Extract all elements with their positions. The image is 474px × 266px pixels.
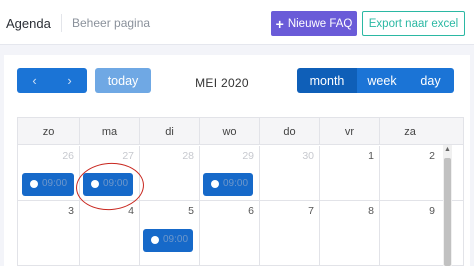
scroll-up-arrow-icon[interactable]: ▲ — [443, 145, 452, 155]
event-time: 09:00 — [223, 178, 249, 189]
day-cell[interactable]: 30 — [260, 146, 320, 200]
day-view-button[interactable]: day — [407, 68, 454, 93]
weekday-label: wo — [200, 118, 260, 145]
day-number: 5 — [188, 205, 194, 217]
prev-button[interactable]: ‹ — [17, 68, 52, 93]
calendar-title: MEI 2020 — [195, 76, 249, 90]
weekday-header: zo ma di wo do vr za — [18, 118, 463, 145]
day-cell[interactable]: 6 — [200, 201, 260, 266]
day-number: 1 — [368, 150, 374, 162]
day-number: 4 — [128, 205, 134, 217]
weekday-label: ma — [80, 118, 140, 145]
week-row: 3 4 5 6 7 8 9 — [18, 201, 463, 266]
chevron-right-icon: › — [67, 73, 72, 88]
export-excel-button[interactable]: Export naar excel — [362, 11, 465, 36]
day-number: 9 — [429, 205, 435, 217]
month-view-button[interactable]: month — [297, 68, 357, 93]
vertical-scrollbar[interactable]: ▲ — [443, 145, 452, 266]
day-number: 8 — [368, 205, 374, 217]
next-button[interactable]: › — [52, 68, 87, 93]
day-cell[interactable]: 9 — [380, 201, 440, 266]
day-cell[interactable]: 7 — [260, 201, 320, 266]
day-cell[interactable]: 28 — [140, 146, 200, 200]
day-number: 2 — [429, 150, 435, 162]
day-number: 6 — [248, 205, 254, 217]
day-number: 7 — [308, 205, 314, 217]
day-number: 29 — [242, 150, 254, 162]
event-dot-icon — [151, 236, 159, 244]
day-number: 3 — [68, 205, 74, 217]
calendar-event[interactable]: 09:00 — [203, 173, 253, 196]
day-cell[interactable]: 1 — [320, 146, 380, 200]
calendar-event[interactable]: 09:00 — [143, 229, 193, 252]
weekday-label: vr — [320, 118, 380, 145]
scroll-thumb[interactable] — [444, 158, 451, 266]
day-cell[interactable]: 4 — [80, 201, 140, 266]
view-switcher: month week day — [297, 68, 454, 93]
day-cell[interactable]: 3 — [18, 201, 80, 266]
tab-agenda[interactable]: Agenda — [6, 16, 51, 31]
today-button[interactable]: today — [95, 68, 151, 93]
export-label: Export naar excel — [368, 17, 459, 30]
event-time: 09:00 — [163, 234, 189, 245]
event-time: 09:00 — [42, 178, 68, 189]
weekday-label: zo — [18, 118, 80, 145]
day-number: 27 — [122, 150, 134, 162]
tab-divider — [61, 14, 62, 32]
day-cell[interactable]: 2 — [380, 146, 440, 200]
week-view-button[interactable]: week — [357, 68, 407, 93]
day-number: 28 — [182, 150, 194, 162]
plus-icon: + — [275, 15, 284, 32]
new-faq-label: Nieuwe FAQ — [287, 17, 353, 30]
day-number: 26 — [62, 150, 74, 162]
weekday-label: za — [404, 125, 416, 138]
weekday-label: do — [260, 118, 320, 145]
event-dot-icon — [30, 180, 38, 188]
calendar-event[interactable]: 09:00 — [22, 173, 74, 196]
day-cell[interactable]: 8 — [320, 201, 380, 266]
weekday-label: di — [140, 118, 200, 145]
new-faq-button[interactable]: + Nieuwe FAQ — [271, 11, 357, 36]
event-dot-icon — [211, 180, 219, 188]
top-header: Agenda Beheer pagina + Nieuwe FAQ Export… — [0, 0, 474, 45]
day-number: 30 — [302, 150, 314, 162]
tab-beheer-pagina[interactable]: Beheer pagina — [72, 16, 150, 30]
chevron-left-icon: ‹ — [32, 73, 37, 88]
